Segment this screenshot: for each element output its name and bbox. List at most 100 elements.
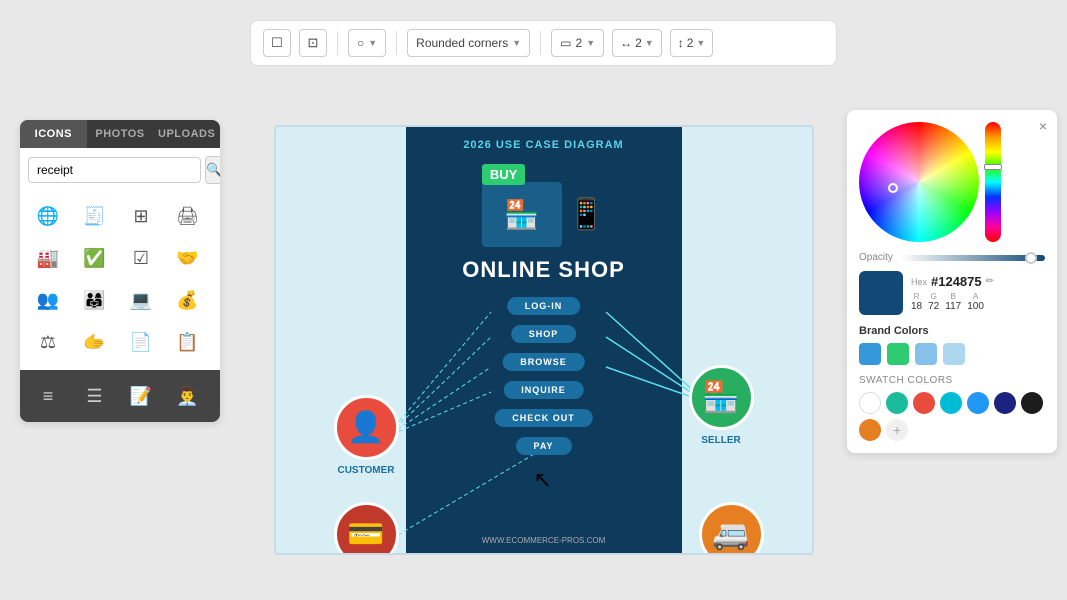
tab-uploads[interactable]: UPLOADS bbox=[153, 120, 220, 148]
menu-btn-inquire[interactable]: INQUIRE bbox=[503, 381, 584, 399]
height-icon: ↕ bbox=[678, 36, 684, 50]
color-wheel[interactable] bbox=[859, 122, 979, 242]
color-swatch-big[interactable] bbox=[859, 271, 903, 315]
bank-icon: 💳 bbox=[334, 502, 399, 555]
channel-r: R 18 bbox=[911, 292, 922, 312]
shape-icon: ○ bbox=[357, 36, 364, 50]
hex-row: Hex #124875 ✏ bbox=[911, 274, 1045, 289]
edit-hex-icon[interactable]: ✏ bbox=[986, 276, 994, 287]
height-control[interactable]: ↕ 2 ▼ bbox=[670, 29, 714, 57]
icon-note[interactable]: 📝 bbox=[121, 376, 161, 416]
opacity-slider[interactable] bbox=[901, 255, 1045, 261]
swatch-label: SWATCH COLORS bbox=[859, 375, 1045, 386]
icon-family[interactable]: 👨‍👩‍👧 bbox=[75, 280, 115, 320]
tab-photos[interactable]: PHOTOS bbox=[87, 120, 154, 148]
menu-btn-pay[interactable]: PAY bbox=[515, 437, 571, 455]
brand-color-pale[interactable] bbox=[943, 343, 965, 365]
icon-grid[interactable]: ⊞ bbox=[121, 196, 161, 236]
height-value: 2 bbox=[687, 36, 694, 50]
rectangle-tool-btn[interactable]: ☐ bbox=[263, 29, 291, 57]
icon-people[interactable]: 👥 bbox=[28, 280, 68, 320]
icon-scales[interactable]: ⚖ bbox=[28, 322, 68, 362]
menu-btn-shop[interactable]: SHOP bbox=[511, 325, 577, 343]
swatch-blue[interactable] bbox=[967, 392, 989, 414]
icon-factory[interactable]: 🏭 bbox=[28, 238, 68, 278]
customer-icon: 👤 bbox=[334, 395, 399, 460]
menu-btn-checkout[interactable]: CHECK OUT bbox=[494, 409, 593, 427]
brand-color-lightblue[interactable] bbox=[915, 343, 937, 365]
hue-cursor[interactable] bbox=[984, 164, 1002, 170]
search-button[interactable]: 🔍 bbox=[205, 156, 220, 184]
actor-courier: 🚐 COURIER bbox=[699, 502, 764, 555]
width-icon: ↔ bbox=[620, 36, 632, 50]
swatch-navy[interactable] bbox=[994, 392, 1016, 414]
tab-icons[interactable]: ICONS bbox=[20, 120, 87, 148]
cursor: ↖ bbox=[534, 467, 552, 493]
menu-btn-login[interactable]: LOG-IN bbox=[507, 297, 581, 315]
swatch-white[interactable] bbox=[859, 392, 881, 414]
channel-g: G 72 bbox=[928, 292, 939, 312]
icon-money[interactable]: 💰 bbox=[168, 280, 208, 320]
icons-grid-dark: ≡ ☰ 📝 👨‍💼 bbox=[20, 370, 220, 422]
hue-slider[interactable] bbox=[985, 122, 1001, 242]
swatch-cyan[interactable] bbox=[940, 392, 962, 414]
search-row: 🔍 bbox=[20, 148, 220, 192]
brand-colors-label: Brand Colors bbox=[859, 325, 1045, 337]
online-shop-title: ONLINE SHOP bbox=[406, 257, 682, 283]
width-chevron: ▼ bbox=[645, 38, 654, 48]
swatch-teal[interactable] bbox=[886, 392, 908, 414]
icon-check-filled[interactable]: ✅ bbox=[75, 238, 115, 278]
color-values: Hex #124875 ✏ R 18 G 72 B 117 A bbox=[911, 274, 1045, 312]
width-value: 2 bbox=[635, 36, 642, 50]
icon-clipboard[interactable]: 📋 bbox=[168, 322, 208, 362]
border-chevron: ▼ bbox=[586, 38, 595, 48]
color-panel: × Opacity Hex #124875 ✏ R 18 bbox=[847, 110, 1057, 453]
icon-manager[interactable]: 👨‍💼 bbox=[168, 376, 208, 416]
border-style-dropdown[interactable]: ▭ 2 ▼ bbox=[551, 29, 604, 57]
icon-check-outline[interactable]: ☑ bbox=[121, 238, 161, 278]
frame-tool-btn[interactable]: ⊡ bbox=[299, 29, 327, 57]
shop-illustration: 🏪 bbox=[482, 182, 562, 247]
seller-label: SELLER bbox=[701, 435, 740, 446]
channel-a: A 100 bbox=[967, 292, 984, 312]
shape-dropdown[interactable]: ○ ▼ bbox=[348, 29, 386, 57]
icon-handshake[interactable]: 🤝 bbox=[168, 238, 208, 278]
buy-label: BUY bbox=[482, 164, 525, 185]
brand-color-green[interactable] bbox=[887, 343, 909, 365]
border-width: 2 bbox=[576, 36, 583, 50]
color-info-row: Hex #124875 ✏ R 18 G 72 B 117 A bbox=[859, 271, 1045, 315]
shape-chevron: ▼ bbox=[368, 38, 377, 48]
border-icon: ▭ bbox=[560, 36, 571, 50]
width-control[interactable]: ↔ 2 ▼ bbox=[612, 29, 662, 57]
customer-label: CUSTOMER bbox=[337, 465, 394, 476]
phone-illustration: 📱 bbox=[568, 197, 605, 232]
seller-icon: 🏪 bbox=[689, 365, 754, 430]
brand-color-blue[interactable] bbox=[859, 343, 881, 365]
icon-document[interactable]: 📄 bbox=[121, 322, 161, 362]
icon-globe[interactable]: 🌐 bbox=[28, 196, 68, 236]
icon-list-check[interactable]: ☰ bbox=[75, 376, 115, 416]
swatch-red[interactable] bbox=[913, 392, 935, 414]
diagram-title: 2026 USE CASE DIAGRAM bbox=[276, 139, 812, 151]
actor-bank: 💳 BANK bbox=[334, 502, 399, 555]
wheel-cursor[interactable] bbox=[888, 183, 898, 193]
icon-laptop[interactable]: 💻 bbox=[121, 280, 161, 320]
opacity-thumb[interactable] bbox=[1025, 252, 1037, 264]
rounded-corners-dropdown[interactable]: Rounded corners ▼ bbox=[407, 29, 530, 57]
swatch-black[interactable] bbox=[1021, 392, 1043, 414]
swatch-orange[interactable] bbox=[859, 419, 881, 441]
actor-seller: 🏪 SELLER bbox=[689, 365, 754, 446]
swatch-add-button[interactable]: + bbox=[886, 419, 908, 441]
icon-printer[interactable]: 🖨 bbox=[168, 196, 208, 236]
menu-btn-browse[interactable]: BROWSE bbox=[502, 353, 585, 371]
icon-list[interactable]: ≡ bbox=[28, 376, 68, 416]
icon-hand[interactable]: 🫱 bbox=[75, 322, 115, 362]
opacity-label: Opacity bbox=[859, 252, 893, 263]
diagram-container[interactable]: 2026 USE CASE DIAGRAM BUY 🏪 📱 ONLINE SHO… bbox=[274, 125, 814, 555]
toolbar: ☐ ⊡ ○ ▼ Rounded corners ▼ ▭ 2 ▼ ↔ 2 ▼ ↕ … bbox=[250, 20, 837, 66]
icon-receipt[interactable]: 🧾 bbox=[75, 196, 115, 236]
close-button[interactable]: × bbox=[1039, 118, 1047, 134]
brand-colors-row bbox=[859, 343, 1045, 365]
hex-value[interactable]: #124875 bbox=[931, 274, 982, 289]
search-input[interactable] bbox=[28, 157, 201, 183]
